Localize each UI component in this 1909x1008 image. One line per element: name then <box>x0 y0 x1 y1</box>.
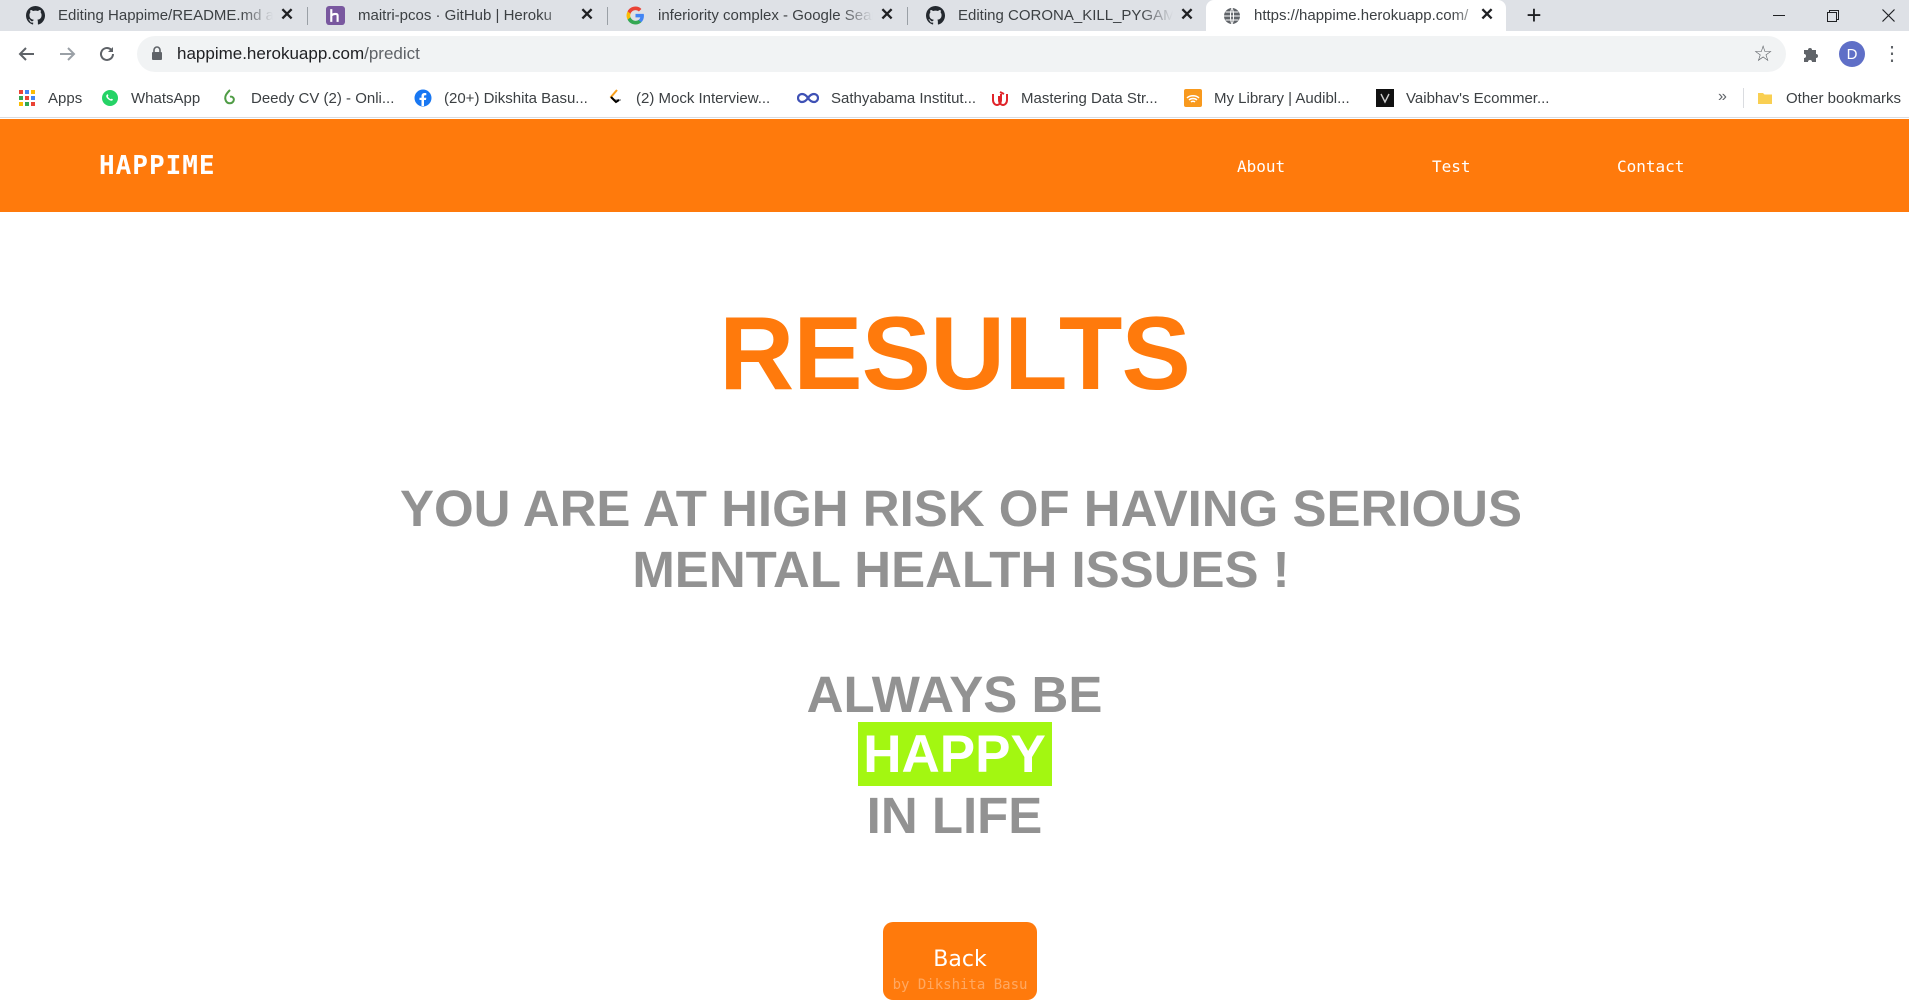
reload-icon[interactable] <box>92 39 122 69</box>
forward-arrow-icon[interactable] <box>52 39 82 69</box>
tab-strip: Editing Happime/README.md at ✕ maitri-pc… <box>0 0 1909 31</box>
nav-test[interactable]: Test <box>1432 157 1471 176</box>
bookmark-star-icon[interactable]: ☆ <box>1753 41 1773 67</box>
leetcode-icon <box>606 89 624 107</box>
apps-grid-icon <box>18 89 36 107</box>
globe-icon <box>1222 6 1241 25</box>
whatsapp-icon <box>101 89 119 107</box>
close-tab-icon[interactable]: ✕ <box>576 4 598 26</box>
other-bookmarks-label: Other bookmarks <box>1786 89 1902 107</box>
site-navbar: HAPPIME About Test Contact <box>0 119 1909 212</box>
close-tab-icon[interactable]: ✕ <box>1176 4 1198 26</box>
tagline-line-3: IN LIFE <box>866 787 1043 844</box>
restore-icon[interactable] <box>1805 0 1861 31</box>
results-heading: RESULTS <box>719 296 1191 412</box>
audible-icon <box>1184 89 1202 107</box>
browser-tab[interactable]: Editing Happime/README.md at ✕ <box>0 0 306 31</box>
bookmark-deedy-cv[interactable]: Deedy CV (2) - Onli... <box>221 87 394 109</box>
profile-avatar[interactable]: D <box>1839 41 1865 67</box>
author-credit: by Dikshita Basu <box>892 977 1028 993</box>
tagline-highlight-wrap: HAPPY <box>0 722 1909 786</box>
folder-icon <box>1756 89 1774 107</box>
kebab-menu-icon[interactable]: ⋮ <box>1882 41 1902 67</box>
close-tab-icon[interactable]: ✕ <box>876 4 898 26</box>
bookmark-udemy[interactable]: Mastering Data Str... <box>991 87 1158 109</box>
bookmark-mock-interview[interactable]: (2) Mock Interview... <box>606 87 770 109</box>
bookmark-label: (2) Mock Interview... <box>636 89 771 107</box>
bookmark-label: Vaibhav's Ecommer... <box>1406 89 1550 107</box>
close-tab-icon[interactable]: ✕ <box>1476 4 1498 26</box>
bookmark-label: WhatsApp <box>131 89 201 107</box>
tab-title: inferiority complex - Google Sear <box>658 7 873 24</box>
bookmarks-bar: Apps WhatsApp Deedy CV (2) - Onli... (20… <box>0 78 1909 118</box>
browser-toolbar: happime.herokuapp.com/predict ☆ D ⋮ <box>0 31 1909 78</box>
bookmark-label: My Library | Audibl... <box>1214 89 1350 107</box>
browser-tab-active[interactable]: https://happime.herokuapp.com/ ✕ <box>1206 0 1506 31</box>
lock-icon <box>151 46 163 66</box>
bookmark-facebook[interactable]: (20+) Dikshita Basu... <box>414 87 588 109</box>
nav-contact[interactable]: Contact <box>1617 157 1684 176</box>
window-close-icon[interactable] <box>1860 0 1909 31</box>
facebook-icon <box>414 89 432 107</box>
back-arrow-icon[interactable] <box>12 39 42 69</box>
url-text: happime.herokuapp.com/predict <box>177 44 420 64</box>
bookmarks-divider <box>1743 88 1744 108</box>
bookmark-whatsapp[interactable]: WhatsApp <box>101 87 200 109</box>
url-domain: happime.herokuapp.com <box>177 44 365 63</box>
bookmark-label: Deedy CV (2) - Onli... <box>251 89 395 107</box>
back-button-label: Back <box>933 947 987 972</box>
nav-about[interactable]: About <box>1237 157 1285 176</box>
back-button[interactable]: Back by Dikshita Basu <box>883 922 1037 1000</box>
address-bar[interactable]: happime.herokuapp.com/predict ☆ <box>137 36 1786 72</box>
udemy-icon <box>991 89 1009 107</box>
tagline-highlight: HAPPY <box>857 722 1052 786</box>
minimize-icon[interactable] <box>1751 0 1807 31</box>
github-icon <box>926 6 945 25</box>
tagline-line-1: ALWAYS BE <box>806 666 1103 723</box>
bookmark-vaibhav-store[interactable]: Vaibhav's Ecommer... <box>1376 87 1549 109</box>
browser-tab[interactable]: inferiority complex - Google Sear ✕ <box>600 0 906 31</box>
overleaf-icon <box>221 89 239 107</box>
browser-tab[interactable]: Editing CORONA_KILL_PYGAME./ ✕ <box>900 0 1206 31</box>
store-icon <box>1376 89 1394 107</box>
bookmark-label: Apps <box>48 89 83 107</box>
bookmark-apps[interactable]: Apps <box>18 87 82 109</box>
infinity-icon <box>797 89 819 107</box>
tab-title: Editing Happime/README.md at <box>58 7 273 24</box>
heroku-icon <box>326 6 345 25</box>
extensions-puzzle-icon[interactable] <box>1801 44 1821 69</box>
bookmark-audible[interactable]: My Library | Audibl... <box>1184 87 1350 109</box>
url-path: /predict <box>364 44 420 63</box>
site-brand[interactable]: HAPPIME <box>99 151 216 181</box>
github-icon <box>26 6 45 25</box>
bookmark-label: Sathyabama Institut... <box>831 89 977 107</box>
result-message: YOU ARE AT HIGH RISK OF HAVING SERIOUS M… <box>399 480 1523 598</box>
google-icon <box>626 6 645 25</box>
browser-tab[interactable]: maitri-pcos · GitHub | Heroku ✕ <box>300 0 606 31</box>
bookmark-label: (20+) Dikshita Basu... <box>444 89 588 107</box>
bookmark-sathyabama[interactable]: Sathyabama Institut... <box>797 87 976 109</box>
tab-title: https://happime.herokuapp.com/ <box>1254 7 1469 24</box>
tab-title: maitri-pcos · GitHub | Heroku <box>358 7 552 24</box>
bookmarks-overflow-button[interactable]: » <box>1718 88 1727 106</box>
other-bookmarks[interactable]: Other bookmarks <box>1756 87 1901 109</box>
bookmark-label: Mastering Data Str... <box>1021 89 1158 107</box>
tab-title: Editing CORONA_KILL_PYGAME./ <box>958 7 1173 24</box>
close-tab-icon[interactable]: ✕ <box>276 4 298 26</box>
new-tab-button[interactable]: + <box>1519 0 1549 31</box>
